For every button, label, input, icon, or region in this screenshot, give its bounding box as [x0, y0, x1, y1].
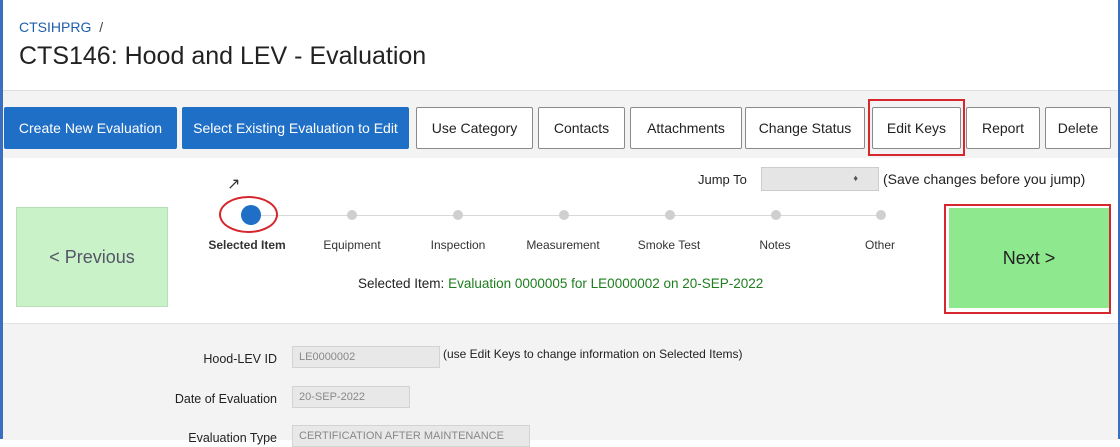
hood-lev-id-note: (use Edit Keys to change information on … [443, 347, 743, 361]
step-dot-other[interactable] [876, 210, 886, 220]
evaluation-type-field: CERTIFICATION AFTER MAINTENANCE [292, 425, 530, 447]
date-of-evaluation-label: Date of Evaluation [174, 392, 277, 406]
selected-item-prefix: Selected Item: [358, 276, 445, 291]
breadcrumb-separator: / [99, 19, 104, 35]
page-header: CTSIHPRG / CTS146: Hood and LEV - Evalua… [3, 0, 1118, 90]
previous-button[interactable]: < Previous [16, 207, 168, 307]
page-title: CTS146: Hood and LEV - Evaluation [19, 42, 427, 70]
step-label-inspection[interactable]: Inspection [431, 238, 486, 252]
wizard-panel: ↗ Jump To ♦ (Save changes before you jum… [3, 158, 1118, 323]
step-label-selected-item[interactable]: Selected Item [208, 238, 285, 252]
report-button[interactable]: Report [966, 107, 1040, 149]
create-new-evaluation-button[interactable]: Create New Evaluation [4, 107, 177, 149]
hood-lev-id-field: LE0000002 [292, 346, 440, 368]
evaluation-type-label: Evaluation Type [188, 431, 277, 445]
step-label-equipment[interactable]: Equipment [323, 238, 380, 252]
mouse-pointer-icon: ↗ [227, 176, 241, 193]
step-label-measurement[interactable]: Measurement [526, 238, 599, 252]
step-dot-inspection[interactable] [453, 210, 463, 220]
edit-keys-highlight [868, 99, 965, 156]
jump-to-label: Jump To [698, 172, 747, 187]
step-dot-equipment[interactable] [347, 210, 357, 220]
selected-item-info: Selected Item: Evaluation 0000005 for LE… [358, 276, 763, 291]
use-category-button[interactable]: Use Category [416, 107, 533, 149]
contacts-button[interactable]: Contacts [538, 107, 625, 149]
breadcrumb: CTSIHPRG / [19, 19, 103, 35]
change-status-button[interactable]: Change Status [745, 107, 865, 149]
date-of-evaluation-field: 20-SEP-2022 [292, 386, 410, 408]
evaluation-form: Hood-LEV ID LE0000002 (use Edit Keys to … [3, 323, 1118, 447]
selected-item-value: Evaluation 0000005 for LE0000002 on 20-S… [448, 276, 764, 291]
updown-caret-icon: ♦ [853, 173, 858, 183]
jump-note: (Save changes before you jump) [883, 171, 1086, 187]
step-label-notes[interactable]: Notes [759, 238, 790, 252]
next-button-highlight [944, 204, 1111, 314]
hood-lev-id-label: Hood-LEV ID [203, 352, 277, 366]
jump-to-select[interactable]: ♦ [761, 167, 879, 191]
step-dot-measurement[interactable] [559, 210, 569, 220]
step-dot-notes[interactable] [771, 210, 781, 220]
toolbar: Create New Evaluation Select Existing Ev… [3, 90, 1118, 159]
delete-button[interactable]: Delete [1045, 107, 1111, 149]
selected-item-highlight [219, 196, 278, 233]
step-label-other[interactable]: Other [865, 238, 895, 252]
step-label-smoke-test[interactable]: Smoke Test [638, 238, 700, 252]
attachments-button[interactable]: Attachments [630, 107, 742, 149]
select-existing-evaluation-button[interactable]: Select Existing Evaluation to Edit [182, 107, 409, 149]
breadcrumb-root-link[interactable]: CTSIHPRG [19, 19, 91, 35]
step-dot-smoke-test[interactable] [665, 210, 675, 220]
